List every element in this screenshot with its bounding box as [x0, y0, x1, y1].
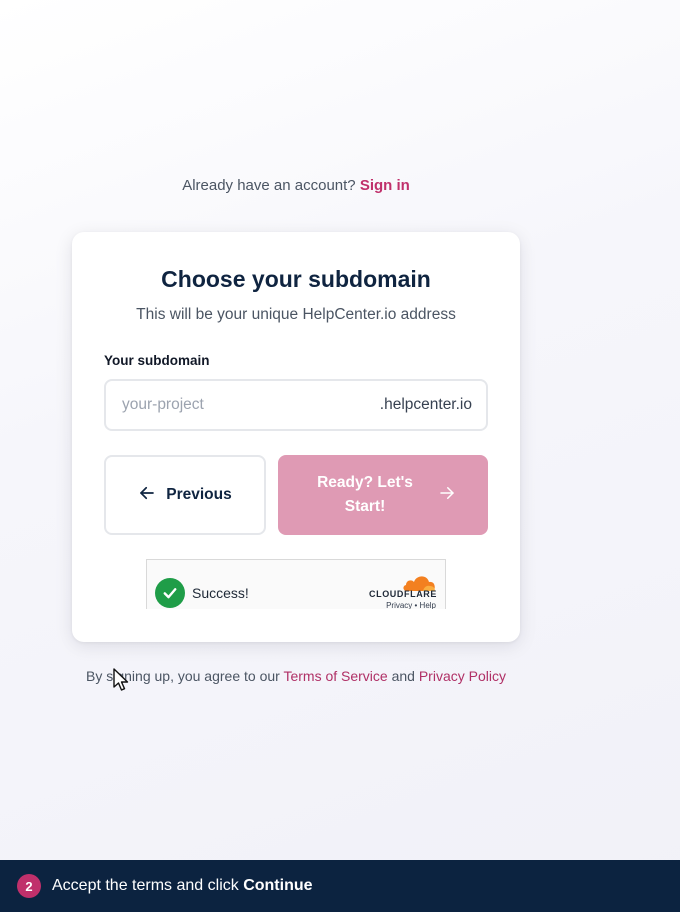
- instruction-banner: 2 Accept the terms and click Continue: [0, 860, 680, 912]
- subdomain-suffix: .helpcenter.io: [379, 396, 472, 413]
- page-title: Choose your subdomain: [161, 266, 431, 292]
- instruction-bold: Continue: [243, 877, 313, 894]
- instruction-text: Accept the terms and click Continue: [52, 877, 313, 895]
- subdomain-input[interactable]: [106, 381, 380, 429]
- subdomain-label: Your subdomain: [104, 353, 210, 368]
- mouse-cursor-icon: [113, 668, 129, 691]
- terms-and: and: [391, 668, 415, 684]
- arrow-left-icon: [138, 484, 156, 507]
- previous-button-label: Previous: [166, 486, 232, 503]
- captcha-status: Success!: [192, 585, 249, 601]
- terms-of-service-link[interactable]: Terms of Service: [283, 668, 387, 684]
- cloudflare-captcha[interactable]: Success! CLOUDFLARE Privacy • Help: [146, 559, 446, 609]
- checkmark-icon: [155, 578, 185, 608]
- start-button-label: Ready? Let's Start!: [317, 474, 413, 515]
- start-button[interactable]: Ready? Let's Start!: [278, 455, 488, 535]
- terms-notice: By signing up, you agree to our Terms of…: [0, 668, 592, 684]
- signin-prompt: Already have an account? Sign in: [0, 177, 592, 194]
- subdomain-card: Choose your subdomain This will be your …: [72, 232, 520, 642]
- subdomain-field: .helpcenter.io: [104, 379, 488, 431]
- captcha-links[interactable]: Privacy • Help: [386, 601, 436, 609]
- arrow-right-icon: [438, 484, 456, 507]
- cloudflare-brand: CLOUDFLARE: [369, 589, 437, 599]
- instruction-prefix: Accept the terms and click: [52, 877, 239, 894]
- signin-link[interactable]: Sign in: [360, 177, 410, 194]
- privacy-policy-link[interactable]: Privacy Policy: [419, 668, 506, 684]
- previous-button[interactable]: Previous: [104, 455, 266, 535]
- page-subtitle: This will be your unique HelpCenter.io a…: [136, 306, 456, 323]
- signin-prompt-text: Already have an account?: [182, 177, 356, 194]
- step-badge: 2: [17, 874, 41, 898]
